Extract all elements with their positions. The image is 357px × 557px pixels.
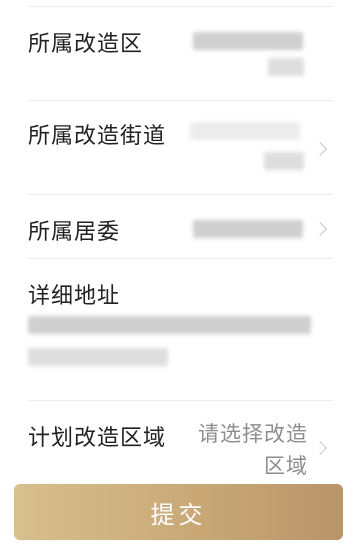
plan-area-row[interactable]: 计划改造区域 请选择改造 区域 xyxy=(28,418,333,480)
address-label: 详细地址 xyxy=(28,284,121,309)
blurred-text xyxy=(28,348,168,366)
blurred-text xyxy=(268,58,304,76)
blurred-text xyxy=(264,152,304,170)
plan-area-label: 计划改造区域 xyxy=(28,426,167,451)
divider xyxy=(28,400,333,401)
address-row[interactable]: 详细地址 xyxy=(28,276,333,386)
committee-row[interactable]: 所属居委 xyxy=(28,212,333,252)
chevron-right-icon xyxy=(312,141,328,157)
blurred-text xyxy=(193,220,303,238)
district-label: 所属改造区 xyxy=(28,32,144,57)
submit-button[interactable]: 提交 xyxy=(14,484,343,540)
blurred-text xyxy=(28,316,311,334)
divider xyxy=(28,258,333,259)
chevron-right-icon xyxy=(312,221,328,237)
placeholder-line: 请选择改造 xyxy=(198,422,308,446)
placeholder-line: 区域 xyxy=(264,454,308,478)
plan-area-placeholder: 请选择改造 区域 xyxy=(178,418,308,482)
divider xyxy=(28,100,333,101)
blurred-text xyxy=(190,122,300,140)
divider xyxy=(28,6,333,7)
divider xyxy=(28,194,333,195)
blurred-text xyxy=(193,32,303,50)
street-label: 所属改造街道 xyxy=(28,124,167,149)
district-row[interactable]: 所属改造区 xyxy=(28,24,333,94)
form-page: 所属改造区 所属改造街道 所属居委 详细地址 计划改造区域 请选择改造 区域 提… xyxy=(0,0,357,557)
committee-label: 所属居委 xyxy=(28,220,121,245)
chevron-right-icon xyxy=(312,440,328,456)
street-row[interactable]: 所属改造街道 xyxy=(28,116,333,186)
